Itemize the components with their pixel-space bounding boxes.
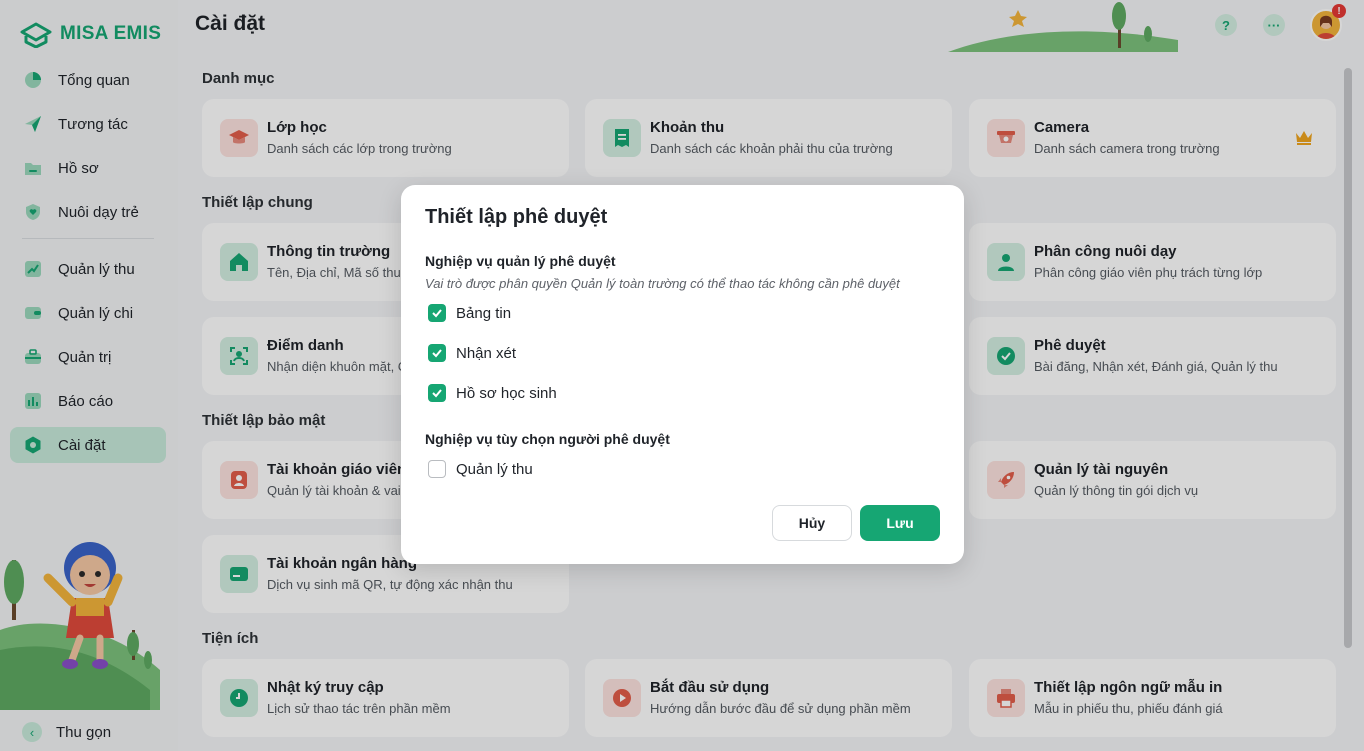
option-nhan-xet[interactable]: Nhận xét	[428, 344, 516, 362]
option-label: Hồ sơ học sinh	[456, 384, 557, 402]
section-approval-management: Nghiệp vụ quản lý phê duyệt	[425, 253, 616, 269]
option-label: Bảng tin	[456, 304, 512, 322]
option-ho-so-hoc-sinh[interactable]: Hồ sơ học sinh	[428, 384, 557, 402]
dialog-title: Thiết lập phê duyệt	[425, 206, 608, 228]
checkbox-checked-icon[interactable]	[428, 304, 446, 322]
option-label: Quản lý thu	[456, 460, 533, 478]
option-quan-ly-thu[interactable]: Quản lý thu	[428, 460, 533, 478]
cancel-button[interactable]: Hủy	[772, 505, 852, 541]
approval-note: Vai trò được phân quyền Quản lý toàn trư…	[425, 276, 900, 291]
approval-settings-dialog: Thiết lập phê duyệt Nghiệp vụ quản lý ph…	[401, 185, 964, 564]
checkbox-checked-icon[interactable]	[428, 344, 446, 362]
checkbox-checked-icon[interactable]	[428, 384, 446, 402]
save-button[interactable]: Lưu	[860, 505, 940, 541]
checkbox-unchecked-icon[interactable]	[428, 460, 446, 478]
section-approver-options: Nghiệp vụ tùy chọn người phê duyệt	[425, 431, 670, 447]
option-label: Nhận xét	[456, 344, 517, 362]
option-bang-tin[interactable]: Bảng tin	[428, 304, 511, 322]
